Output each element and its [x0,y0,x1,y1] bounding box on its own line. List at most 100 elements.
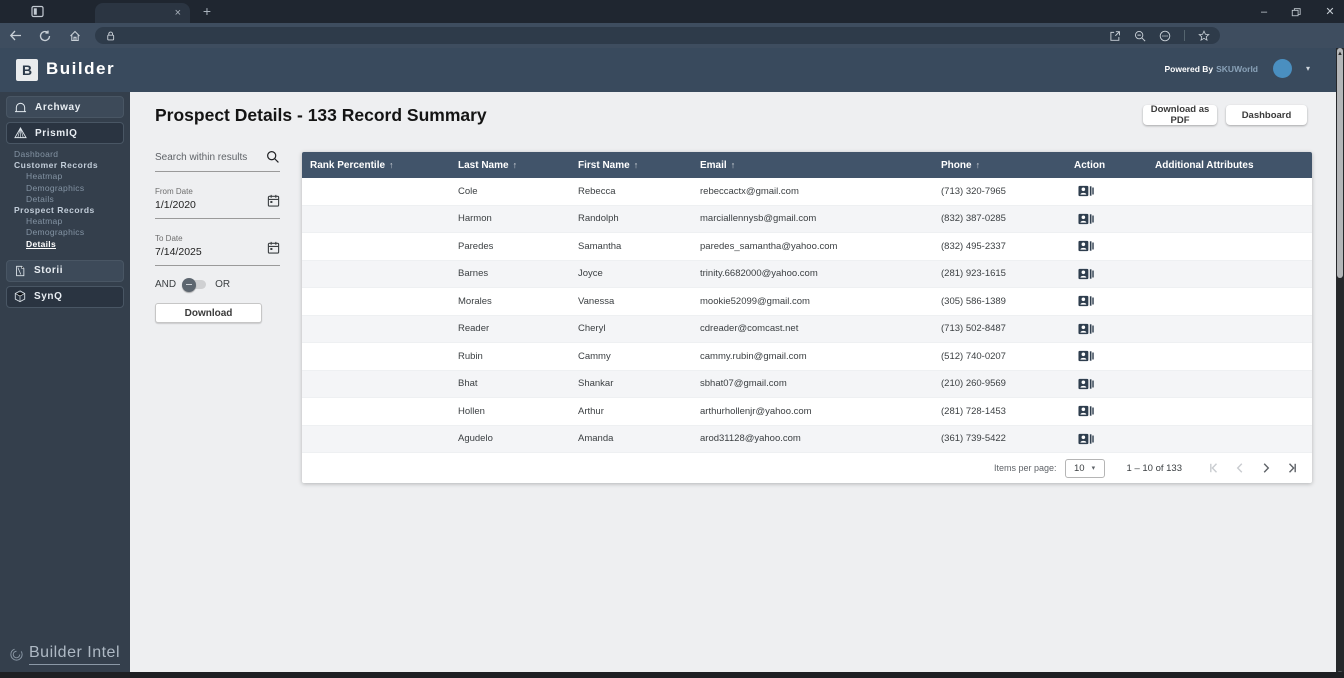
sidebar-item-synq[interactable]: SynQ [6,285,124,308]
table-column-header[interactable]: Phone ↑ [933,160,1066,171]
calendar-icon[interactable] [267,241,280,254]
window-close-button[interactable]: ✕ [1324,5,1336,18]
table-column-header[interactable]: Email ↑ [692,160,933,171]
tab-close-icon[interactable]: × [175,7,181,19]
window-minimize-button[interactable]: – [1258,6,1270,18]
app-name: Builder [46,59,116,78]
window-maximize-button[interactable] [1291,7,1303,17]
reload-icon[interactable] [30,30,60,42]
from-date-field[interactable]: From Date 1/1/2020 [155,187,280,219]
contact-card-icon[interactable] [1078,350,1147,362]
avatar[interactable] [1273,59,1292,78]
table-row[interactable]: Morales Vanessa mookie52099@gmail.com (3… [302,288,1312,316]
contact-card-icon[interactable] [1078,185,1147,197]
and-label: AND [155,279,177,290]
vertical-scrollbar[interactable]: ▲ ▼ [1336,48,1344,678]
next-page-icon[interactable] [1260,462,1272,474]
sort-asc-icon[interactable]: ↑ [634,160,639,170]
download-button[interactable]: Download [155,303,262,323]
search-icon[interactable] [266,150,280,164]
contact-card-icon[interactable] [1078,378,1147,390]
share-icon[interactable] [1109,30,1121,42]
table-column-header[interactable]: First Name ↑ [570,160,692,171]
results-table: Rank Percentile ↑ Last Name ↑ First Name ↑ … [302,152,1312,483]
sort-asc-icon[interactable]: ↑ [513,160,518,170]
to-date-field[interactable]: To Date 7/14/2025 [155,234,280,266]
to-date-label: To Date [155,234,183,243]
cube-icon [14,290,26,303]
dashboard-button[interactable]: Dashboard [1226,105,1307,125]
sidebar-item-prismiq[interactable]: PrismIQ [6,122,124,144]
scrollbar-thumb[interactable]: ▲ [1337,48,1343,278]
browser-tab[interactable]: × [95,3,190,23]
from-date-label: From Date [155,187,193,196]
from-date-value[interactable]: 1/1/2020 [155,199,280,211]
sidebar-item-archway[interactable]: Archway [6,96,124,118]
more-options-icon[interactable] [1159,30,1171,42]
download-pdf-button[interactable]: Download as PDF [1143,104,1217,126]
sidebar-submenu-item[interactable]: Heatmap [14,171,130,182]
cell-phone: (832) 495-2337 [941,240,1006,252]
sidebar-submenu-item[interactable]: Demographics [14,227,130,238]
table-column-header[interactable]: Last Name ↑ [450,160,570,171]
browser-window: × + – ✕ B Builder Powered By SKUWorld ▾ … [0,0,1344,678]
table-row[interactable]: Paredes Samantha paredes_samantha@yahoo.… [302,233,1312,261]
cell-email: mookie52099@gmail.com [700,295,810,307]
contact-card-icon[interactable] [1078,240,1147,252]
table-row[interactable]: Hollen Arthur arthurhollenjr@yahoo.com (… [302,398,1312,426]
table-row[interactable]: Reader Cheryl cdreader@comcast.net (713)… [302,315,1312,343]
to-date-value[interactable]: 7/14/2025 [155,246,280,258]
zoom-out-icon[interactable] [1134,30,1146,42]
sidebar-submenu-item[interactable]: Dashboard [14,149,130,160]
items-per-page-select[interactable]: 10 ▾ [1064,458,1105,478]
main-content: Prospect Details - 133 Record Summary Do… [130,92,1336,672]
table-column-header[interactable]: Rank Percentile ↑ [302,160,450,171]
table-row[interactable]: Cole Rebecca rebeccactx@gmail.com (713) … [302,178,1312,206]
sidebar-submenu-item[interactable]: Demographics [14,183,130,194]
toggle-knob[interactable] [182,277,197,292]
scroll-up-icon[interactable]: ▲ [1337,50,1343,278]
sidebar-submenu-item[interactable]: Details [14,239,130,250]
cell-email: trinity.6682000@yahoo.com [700,268,818,280]
sidebar-submenu-item[interactable]: Prospect Records [14,205,130,216]
table-column-header[interactable]: Additional Attributes [1147,160,1312,171]
table-row[interactable]: Harmon Randolph marciallennysb@gmail.com… [302,205,1312,233]
contact-card-icon[interactable] [1078,213,1147,225]
sort-asc-icon[interactable]: ↑ [976,160,981,170]
last-page-icon[interactable] [1286,462,1298,474]
table-row[interactable]: Rubin Cammy cammy.rubin@gmail.com (512) … [302,343,1312,371]
table-row[interactable]: Bhat Shankar sbhat07@gmail.com (210) 260… [302,370,1312,398]
search-input[interactable]: Search within results [155,150,280,172]
contact-card-icon[interactable] [1078,295,1147,307]
calendar-icon[interactable] [267,194,280,207]
new-tab-button[interactable]: + [198,2,216,20]
sort-asc-icon[interactable]: ↑ [389,160,394,170]
back-icon[interactable] [0,30,30,41]
table-column-header[interactable]: Action [1066,160,1147,171]
contact-card-icon[interactable] [1078,433,1147,445]
sidebar-submenu-item[interactable]: Details [14,194,130,205]
address-bar[interactable] [95,27,1220,44]
and-or-toggle[interactable] [182,277,207,292]
prism-icon [14,127,27,139]
previous-page-icon[interactable] [1234,462,1246,474]
sidebar-item-storii[interactable]: Storii [6,259,124,282]
contact-card-icon[interactable] [1078,323,1147,335]
powered-by: Powered By SKUWorld [1164,64,1258,74]
home-icon[interactable] [60,30,90,42]
table-row[interactable]: Barnes Joyce trinity.6682000@yahoo.com (… [302,260,1312,288]
first-page-icon[interactable] [1208,462,1220,474]
contact-card-icon[interactable] [1078,268,1147,280]
tab-overview-icon[interactable] [31,5,44,18]
sidebar-submenu-item[interactable]: Heatmap [14,216,130,227]
table-row[interactable]: Agudelo Amanda arod31128@yahoo.com (361)… [302,425,1312,453]
cell-last-name: Harmon [458,213,492,225]
book-icon [14,265,26,277]
sidebar-submenu-item[interactable]: Customer Records [14,160,130,171]
contact-card-icon[interactable] [1078,405,1147,417]
sort-asc-icon[interactable]: ↑ [731,160,736,170]
pagination-bar: Items per page: 10 ▾ 1 – 10 of 133 [302,453,1312,483]
cell-phone: (305) 586-1389 [941,295,1006,307]
avatar-caret-icon[interactable]: ▾ [1306,64,1310,73]
bookmark-star-icon[interactable] [1198,29,1210,42]
